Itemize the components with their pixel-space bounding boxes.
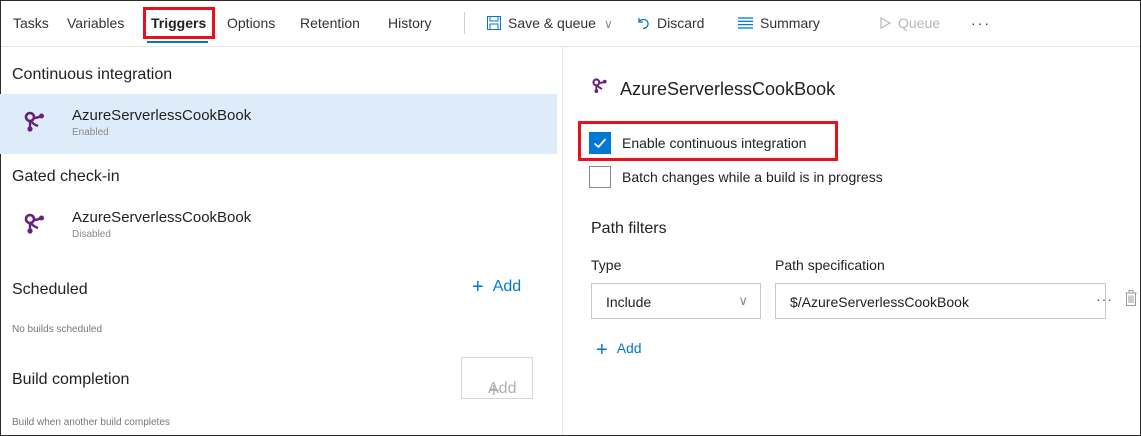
- play-icon: [880, 15, 892, 31]
- list-icon: [738, 15, 753, 31]
- build-completion-note: Build when another build completes: [12, 417, 170, 428]
- add-path-filter-label: Add: [616, 340, 642, 356]
- gated-checkin-trigger-item[interactable]: AzureServerlessCookBook Disabled: [0, 196, 557, 256]
- undo-icon: [636, 15, 650, 31]
- discard-label: Discard: [657, 15, 705, 31]
- add-build-completion-label: Add: [488, 380, 517, 397]
- type-column-label: Type: [591, 257, 622, 273]
- batch-changes-row[interactable]: Batch changes while a build is in progre…: [589, 166, 919, 188]
- path-spec-column-label: Path specification: [775, 257, 885, 273]
- active-tab-indicator: [147, 41, 208, 43]
- path-spec-value: $/AzureServerlessCookBook: [790, 294, 969, 310]
- ci-trigger-status: Enabled: [72, 127, 109, 138]
- batch-changes-checkbox[interactable]: [589, 166, 611, 188]
- tfvc-repo-icon: [592, 78, 607, 93]
- no-builds-scheduled-note: No builds scheduled: [12, 324, 103, 335]
- add-path-filter-button[interactable]: + Add: [596, 339, 642, 361]
- tab-history[interactable]: History: [388, 15, 432, 31]
- tfvc-repo-icon: [24, 111, 44, 132]
- chevron-down-icon: ∨: [603, 17, 613, 31]
- trash-icon[interactable]: [1125, 290, 1137, 306]
- gated-checkin-status: Disabled: [72, 229, 111, 240]
- path-filters-title: Path filters: [591, 220, 667, 237]
- tab-options[interactable]: Options: [227, 15, 275, 31]
- filter-type-value: Include: [606, 294, 652, 310]
- ci-trigger-item[interactable]: AzureServerlessCookBook Enabled: [0, 94, 557, 154]
- tab-retention[interactable]: Retention: [300, 15, 360, 31]
- filter-more-button[interactable]: ···: [1096, 291, 1113, 307]
- ci-trigger-repo-name: AzureServerlessCookBook: [72, 107, 252, 124]
- triggers-highlight-box: [143, 7, 215, 39]
- chevron-down-icon: ∨: [738, 293, 748, 308]
- section-gated-checkin-title: Gated check-in: [12, 168, 120, 185]
- save-queue-button[interactable]: Save & queue ∨: [487, 15, 613, 32]
- discard-button[interactable]: Discard: [636, 15, 704, 31]
- summary-label: Summary: [760, 15, 820, 31]
- section-scheduled-title: Scheduled: [12, 281, 88, 298]
- summary-button[interactable]: Summary: [738, 15, 820, 31]
- add-build-completion-button[interactable]: + Add: [461, 357, 533, 402]
- add-schedule-label: Add: [492, 278, 522, 295]
- floppy-disk-icon: [487, 15, 501, 31]
- more-actions-button[interactable]: ···: [971, 15, 991, 31]
- toolbar-separator: [464, 12, 465, 34]
- filter-type-select[interactable]: Include ∨: [591, 283, 761, 319]
- tab-variables[interactable]: Variables: [67, 15, 124, 31]
- plus-icon: +: [596, 339, 608, 361]
- queue-label: Queue: [898, 15, 941, 31]
- batch-changes-label: Batch changes while a build is in progre…: [622, 169, 883, 185]
- plus-icon: +: [472, 276, 484, 298]
- gated-checkin-repo-name: AzureServerlessCookBook: [72, 209, 252, 226]
- enable-ci-highlight-box: [578, 121, 838, 161]
- queue-button[interactable]: Queue: [880, 15, 940, 31]
- tab-tasks[interactable]: Tasks: [13, 15, 49, 31]
- section-build-completion-title: Build completion: [12, 371, 130, 388]
- tfvc-repo-icon: [24, 213, 44, 234]
- selected-repo-title: AzureServerlessCookBook: [620, 79, 836, 99]
- trigger-details-panel: [563, 47, 1140, 435]
- save-queue-label: Save & queue: [508, 15, 596, 31]
- add-schedule-button[interactable]: + Add: [472, 276, 522, 298]
- path-spec-input[interactable]: $/AzureServerlessCookBook: [775, 283, 1106, 319]
- section-continuous-integration-title: Continuous integration: [12, 66, 173, 83]
